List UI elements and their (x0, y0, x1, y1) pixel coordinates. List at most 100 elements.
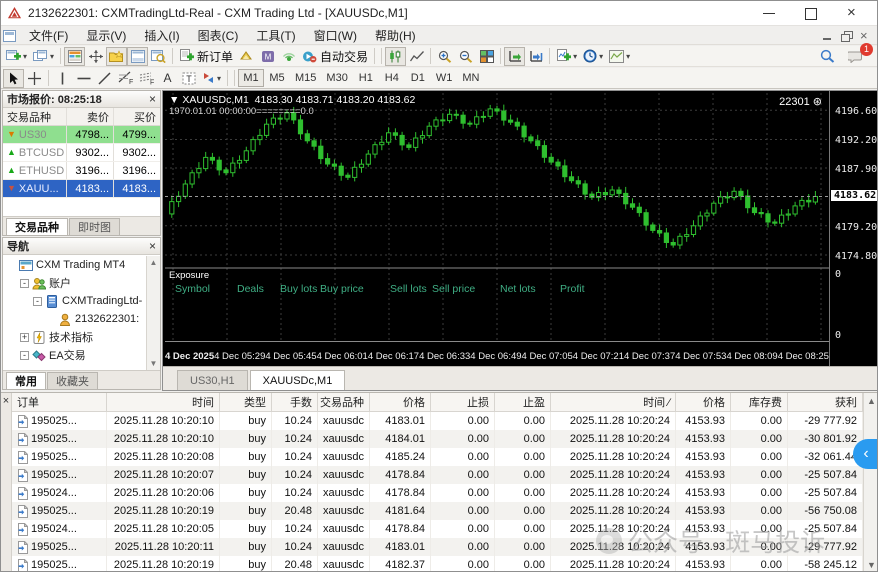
order-row[interactable]: 195025...2025.11.28 10:20:11buy10.24xauu… (12, 538, 863, 556)
time-axis[interactable]: 4 Dec 20254 Dec 05:294 Dec 05:454 Dec 06… (165, 344, 829, 364)
child-close-button[interactable]: × (860, 31, 871, 41)
orders-col-7[interactable]: 止盈 (495, 393, 551, 411)
candlestick-chart-button[interactable] (385, 47, 406, 66)
navigator-tab-0[interactable]: 常用 (6, 372, 46, 389)
line-chart-button[interactable] (406, 47, 427, 66)
navigator-item-4[interactable]: +技术指标 (3, 328, 146, 346)
autotrading-button[interactable]: 自动交易 (299, 47, 371, 66)
minimize-button[interactable] (763, 7, 775, 19)
trendline-tool-button[interactable] (94, 69, 115, 88)
text-tool-button[interactable]: A (157, 69, 178, 88)
orders-col-11[interactable]: 获利 (788, 393, 863, 411)
navigator-item-3[interactable]: 2132622301: (3, 310, 146, 328)
profiles-button[interactable]: ▾ (30, 47, 57, 66)
menu-item-0[interactable]: 文件(F) (20, 26, 77, 45)
orders-col-2[interactable]: 类型 (220, 393, 272, 411)
terminal-button[interactable] (127, 47, 148, 66)
market-watch-row[interactable]: ▼US304798...4799... (3, 126, 160, 144)
zoom-out-button[interactable] (455, 47, 476, 66)
navigator-close-icon[interactable]: × (149, 241, 156, 251)
mw-col-symbol[interactable]: 交易品种 (3, 108, 67, 125)
horizontal-line-tool-button[interactable] (73, 69, 94, 88)
order-row[interactable]: 195025...2025.11.28 10:20:08buy10.24xauu… (12, 448, 863, 466)
timeframe-m5-button[interactable]: M5 (264, 69, 290, 87)
navigator-scrollbar[interactable]: ▲▼ (146, 256, 160, 370)
orders-col-4[interactable]: 交易品种 (318, 393, 370, 411)
chart-window[interactable]: ▼ XAUUSDc,M1 4183.30 4183.71 4183.20 418… (162, 90, 878, 391)
chart-tab-0[interactable]: US30,H1 (177, 370, 248, 390)
navigator-item-2[interactable]: -CXMTradingLtd- (3, 292, 146, 310)
market-watch-row[interactable]: ▼XAUU...4183...4183... (3, 180, 160, 198)
child-restore-button[interactable] (841, 31, 852, 41)
channel-tool-button[interactable]: F (136, 69, 157, 88)
chart-window-icon[interactable] (3, 30, 16, 42)
orders-col-9[interactable]: 价格 (676, 393, 731, 411)
menu-item-5[interactable]: 窗口(W) (305, 26, 366, 45)
order-row[interactable]: 195025...2025.11.28 10:20:10buy10.24xauu… (12, 430, 863, 448)
terminal-scrollbar[interactable]: ▲▼ (863, 393, 878, 572)
timeframe-m15-button[interactable]: M15 (290, 69, 321, 87)
fibonacci-tool-button[interactable]: F (115, 69, 136, 88)
order-row[interactable]: 195024...2025.11.28 10:20:05buy10.24xauu… (12, 520, 863, 538)
auto-scroll-button[interactable] (504, 47, 525, 66)
market-watch-tab-0[interactable]: 交易品种 (6, 218, 68, 235)
menu-item-3[interactable]: 图表(C) (189, 26, 248, 45)
price-axis[interactable]: 4196.604192.204187.904179.204174.804183.… (829, 91, 878, 366)
collapse-icon[interactable]: - (20, 279, 29, 288)
timeframe-h1-button[interactable]: H1 (353, 69, 379, 87)
expand-icon[interactable]: + (20, 333, 29, 342)
market-watch-button[interactable] (64, 47, 85, 66)
maximize-button[interactable] (805, 7, 817, 19)
menu-item-2[interactable]: 插入(I) (135, 26, 188, 45)
timeframe-m1-button[interactable]: M1 (238, 69, 264, 87)
templates-button[interactable]: ▾ (606, 47, 633, 66)
order-row[interactable]: 195025...2025.11.28 10:20:19buy20.48xauu… (12, 556, 863, 572)
metaeditor-button[interactable] (236, 47, 257, 66)
chart-tab-1[interactable]: XAUUSDc,M1 (250, 370, 346, 390)
order-row[interactable]: 195025...2025.11.28 10:20:19buy20.48xauu… (12, 502, 863, 520)
order-row[interactable]: 195025...2025.11.28 10:20:07buy10.24xauu… (12, 466, 863, 484)
indicators-button[interactable]: ▾ (553, 47, 580, 66)
child-minimize-button[interactable] (822, 31, 833, 41)
orders-col-6[interactable]: 止损 (431, 393, 495, 411)
order-row[interactable]: 195025...2025.11.28 10:20:10buy10.24xauu… (12, 412, 863, 430)
candlestick-plot[interactable] (165, 93, 829, 342)
market-watch-row[interactable]: ▲BTCUSD9302...9302... (3, 144, 160, 162)
terminal-close-icon[interactable]: × (1, 393, 11, 409)
order-row[interactable]: 195024...2025.11.28 10:20:06buy10.24xauu… (12, 484, 863, 502)
strategy-tester-button[interactable] (148, 47, 169, 66)
notifications-icon[interactable]: 1 (845, 47, 867, 66)
cursor-tool-button[interactable] (3, 69, 24, 88)
crosshair-tool-button[interactable] (24, 69, 45, 88)
menu-item-1[interactable]: 显示(V) (77, 26, 135, 45)
navigator-item-5[interactable]: -EA交易 (3, 346, 146, 364)
orders-col-10[interactable]: 库存费 (731, 393, 788, 411)
mw-col-bid[interactable]: 卖价 (67, 108, 114, 125)
orders-col-3[interactable]: 手数 (272, 393, 318, 411)
market-watch-tab-1[interactable]: 即时图 (69, 218, 120, 235)
navigator-tab-1[interactable]: 收藏夹 (47, 372, 98, 389)
market-watch-row[interactable]: ▲ETHUSD3196...3196... (3, 162, 160, 180)
menu-item-4[interactable]: 工具(T) (247, 26, 304, 45)
vertical-line-tool-button[interactable] (52, 69, 73, 88)
navigator-item-0[interactable]: CXM Trading MT4 (3, 256, 146, 274)
collapse-icon[interactable]: - (33, 297, 42, 306)
zoom-in-button[interactable] (434, 47, 455, 66)
floating-collapse-button[interactable]: ‹ (853, 439, 878, 469)
navigator-item-1[interactable]: -账户 (3, 274, 146, 292)
tile-windows-button[interactable] (476, 47, 497, 66)
timeframe-w1-button[interactable]: W1 (431, 69, 458, 87)
signals-button[interactable] (278, 47, 299, 66)
market-watch-close-icon[interactable]: × (149, 94, 156, 104)
timeframe-h4-button[interactable]: H4 (379, 69, 405, 87)
orders-col-8[interactable]: 时间 ∕ (551, 393, 676, 411)
close-button[interactable]: × (847, 7, 859, 19)
new-chart-button[interactable]: ▾ (3, 47, 30, 66)
menu-item-6[interactable]: 帮助(H) (366, 26, 425, 45)
navigator-button[interactable] (106, 47, 127, 66)
new-order-button[interactable]: 新订单 (176, 47, 236, 66)
data-window-button[interactable] (85, 47, 106, 66)
search-icon[interactable] (820, 49, 835, 63)
orders-col-1[interactable]: 时间 (107, 393, 220, 411)
mw-col-ask[interactable]: 买价 (114, 108, 160, 125)
